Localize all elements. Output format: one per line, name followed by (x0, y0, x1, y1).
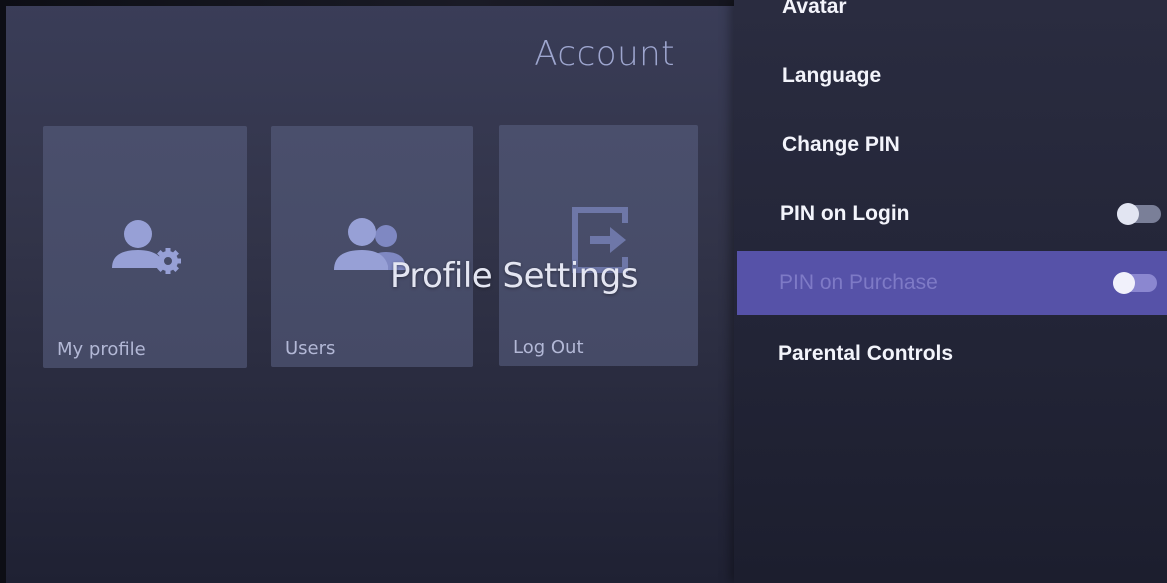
menu-item-label: PIN on Purchase (779, 271, 938, 294)
menu-item-label: Parental Controls (778, 342, 954, 365)
menu-item-label: Change PIN (782, 133, 900, 156)
user-settings-icon (43, 206, 247, 286)
menu-item-avatar[interactable]: Avatar (734, 0, 1167, 39)
menu-item-label: PIN on Login (780, 202, 910, 225)
tv-screen: Account My profile Users Log Out Profile… (0, 0, 1167, 583)
tile-my-profile[interactable]: My profile (43, 126, 247, 368)
tile-label: Log Out (513, 337, 584, 358)
profile-settings-title: Profile Settings (390, 256, 638, 296)
pin-on-login-toggle[interactable] (1117, 203, 1161, 225)
menu-item-label: Avatar (782, 0, 847, 18)
menu-item-pin-on-login[interactable]: PIN on Login (734, 182, 1167, 246)
tile-label: My profile (57, 339, 146, 360)
tile-users[interactable]: Users (271, 126, 473, 367)
toggle-knob (1113, 272, 1135, 294)
pin-on-purchase-toggle[interactable] (1113, 272, 1157, 294)
menu-item-parental-controls[interactable]: Parental Controls (734, 322, 1167, 386)
menu-item-language[interactable]: Language (734, 44, 1167, 108)
menu-item-change-pin[interactable]: Change PIN (734, 113, 1167, 177)
tile-log-out[interactable]: Log Out (499, 125, 698, 366)
profile-settings-panel: Avatar Language Change PIN PIN on Login … (734, 0, 1167, 583)
menu-item-label: Language (782, 64, 882, 87)
screen-bezel-left (0, 0, 6, 583)
tile-label: Users (285, 338, 336, 359)
menu-item-pin-on-purchase[interactable]: PIN on Purchase (737, 251, 1167, 315)
toggle-knob (1117, 203, 1139, 225)
page-title: Account (534, 34, 675, 74)
